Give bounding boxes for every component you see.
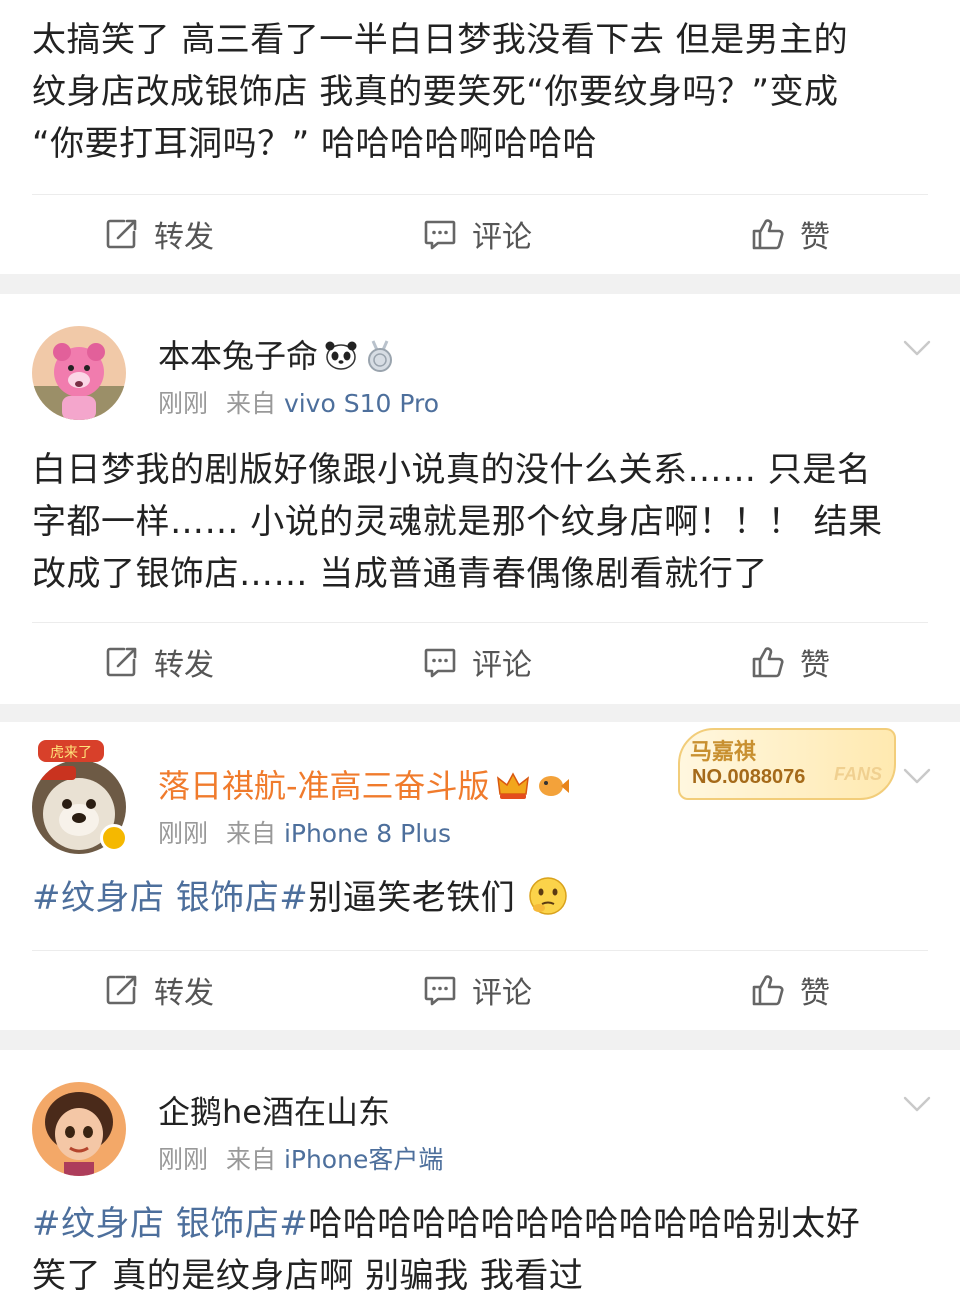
post-source[interactable]: iPhone 8 Plus (284, 819, 451, 848)
post-meta: 刚刚 来自 iPhone 8 Plus (158, 818, 451, 850)
comment-label: 评论 (472, 976, 532, 1011)
panda-emoji-icon (325, 341, 357, 370)
comment-button[interactable]: 评论 (422, 214, 532, 255)
source-prefix: 来自 (225, 1145, 276, 1174)
post-text-body: 哈哈哈哈哈哈哈哈哈哈哈哈哈别太好 (308, 1204, 861, 1244)
comment-button[interactable]: 评论 (422, 642, 532, 683)
post-text: 白日梦我的剧版好像跟小说真的没什么关系…… 只是名 字都一样…… 小说的灵魂就是… (32, 450, 883, 594)
fans-badge-label: FANS (833, 764, 882, 784)
avatar-pink-beaver-image (32, 326, 126, 420)
chevron-down-icon[interactable] (902, 1094, 932, 1114)
fish-icon (538, 776, 569, 796)
post-text-line: 笑了 真的是纹身店啊 别骗我 我看过 (32, 1256, 584, 1296)
hashtag-link[interactable]: #纹身店 银饰店# (32, 878, 308, 918)
username[interactable]: 落日祺航-准高三奋斗版 (158, 766, 570, 806)
repost-icon (104, 644, 140, 680)
like-label: 赞 (800, 976, 830, 1011)
comment-icon (422, 644, 458, 680)
fans-badge-name: 马嘉祺 (690, 740, 757, 765)
fans-badge-number: NO.0088076 (692, 766, 806, 788)
svg-text:虎来了: 虎来了 (50, 745, 92, 761)
post-time: 刚刚 (158, 1145, 209, 1174)
post-time: 刚刚 (158, 819, 209, 848)
source-prefix: 来自 (225, 389, 276, 418)
thinking-face-emoji-icon (528, 877, 567, 915)
source-prefix: 来自 (225, 819, 276, 848)
like-label: 赞 (800, 220, 830, 255)
post-card-1: 太搞笑了 高三看了一半白日梦我没看下去 但是男主的 纹身店改成银饰店 我真的要笑… (0, 0, 960, 274)
username-text: 本本兔子命 (158, 337, 319, 375)
like-icon (750, 644, 786, 680)
repost-button[interactable]: 转发 (104, 970, 214, 1011)
comment-label: 评论 (472, 220, 532, 255)
post-time: 刚刚 (158, 389, 209, 418)
like-icon (750, 216, 786, 252)
username-text: 落日祺航-准高三奋斗版 (158, 767, 490, 805)
username[interactable]: 本本兔子命 (158, 336, 396, 376)
avatar[interactable] (32, 326, 126, 420)
post-text: #纹身店 银饰店#别逼笑老铁们 (32, 872, 932, 924)
username[interactable]: 企鹅he酒在山东 (158, 1092, 390, 1132)
like-button[interactable]: 赞 (750, 642, 830, 683)
hashtag-link[interactable]: #纹身店 银饰店# (32, 1204, 308, 1244)
repost-button[interactable]: 转发 (104, 642, 214, 683)
post-source[interactable]: iPhone客户端 (284, 1145, 443, 1174)
post-card-4: 企鹅he酒在山东 刚刚 来自 iPhone客户端 #纹身店 银饰店#哈哈哈哈哈哈… (0, 1050, 960, 1306)
chevron-down-icon[interactable] (902, 766, 932, 786)
repost-icon (104, 972, 140, 1008)
comment-label: 评论 (472, 648, 532, 683)
avatar-cartoon-girl-image (32, 1082, 126, 1176)
new-year-sticker-icon: 虎来了 (38, 740, 104, 762)
silver-medal-icon (368, 340, 393, 372)
like-icon (750, 972, 786, 1008)
verified-badge-icon (100, 824, 128, 852)
like-button[interactable]: 赞 (750, 214, 830, 255)
post-card-2: 本本兔子命 刚刚 来自 vivo S10 Pro 白日梦我的剧版好像跟小说真的没… (0, 294, 960, 704)
comment-icon (422, 216, 458, 252)
repost-label: 转发 (154, 976, 214, 1011)
post-source[interactable]: vivo S10 Pro (284, 389, 439, 418)
repost-icon (104, 216, 140, 252)
chevron-down-icon[interactable] (902, 338, 932, 358)
post-meta: 刚刚 来自 vivo S10 Pro (158, 388, 439, 420)
divider (32, 194, 928, 195)
post-meta: 刚刚 来自 iPhone客户端 (158, 1144, 443, 1176)
like-button[interactable]: 赞 (750, 970, 830, 1011)
divider (32, 622, 928, 623)
comment-button[interactable]: 评论 (422, 970, 532, 1011)
crown-icon (496, 772, 529, 799)
avatar[interactable] (32, 1082, 126, 1176)
post-text-body: 别逼笑老铁们 (308, 878, 516, 918)
divider (32, 950, 928, 951)
like-label: 赞 (800, 648, 830, 683)
fans-badge[interactable]: 马嘉祺 NO.0088076 FANS (678, 728, 896, 800)
repost-label: 转发 (154, 648, 214, 683)
post-text: #纹身店 银饰店#哈哈哈哈哈哈哈哈哈哈哈哈哈别太好 笑了 真的是纹身店啊 别骗我… (32, 1198, 932, 1302)
comment-icon (422, 972, 458, 1008)
username-text: 企鹅he酒在山东 (158, 1093, 390, 1131)
post-text: 太搞笑了 高三看了一半白日梦我没看下去 但是男主的 纹身店改成银饰店 我真的要笑… (32, 20, 849, 164)
repost-label: 转发 (154, 220, 214, 255)
weibo-feed: 太搞笑了 高三看了一半白日梦我没看下去 但是男主的 纹身店改成银饰店 我真的要笑… (0, 0, 960, 1306)
repost-button[interactable]: 转发 (104, 214, 214, 255)
